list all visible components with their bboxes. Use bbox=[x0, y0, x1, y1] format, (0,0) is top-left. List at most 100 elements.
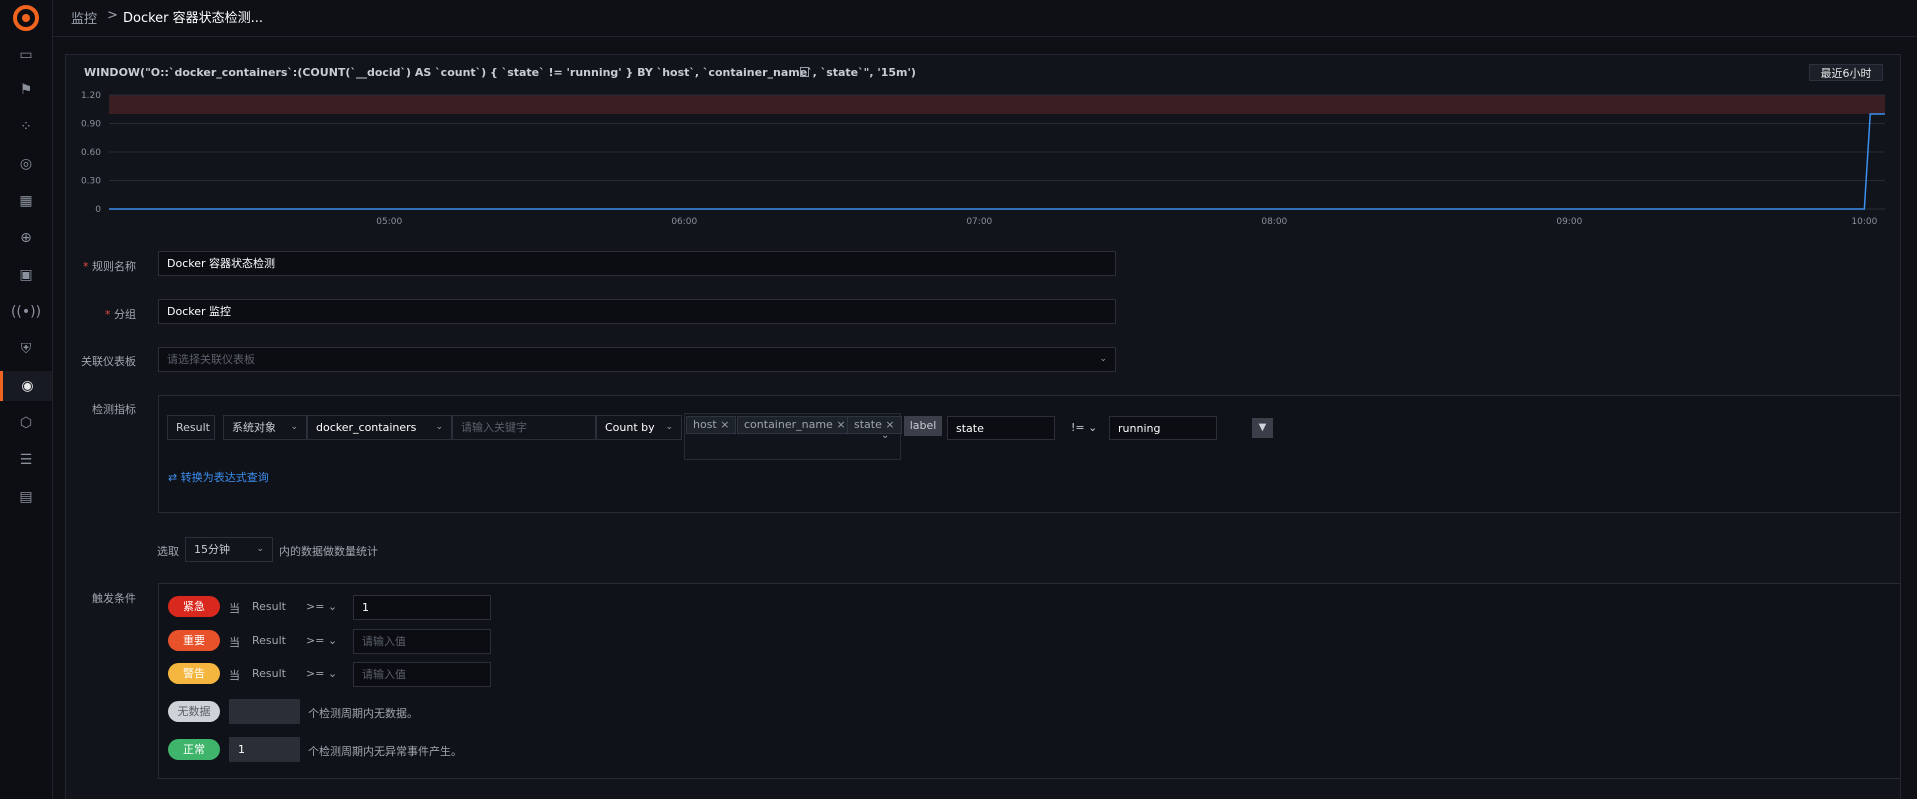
chevron-down-icon: ⌄ bbox=[665, 422, 673, 432]
monitor-icon[interactable]: ▣ bbox=[0, 260, 52, 290]
dashboard-label: 关联仪表板 bbox=[81, 355, 136, 368]
nodata-badge: 无数据 bbox=[168, 701, 220, 722]
level-important-operator[interactable]: >= ⌄ bbox=[306, 634, 337, 647]
filter-value-input[interactable]: running bbox=[1109, 416, 1217, 440]
window-suffix: 内的数据做数量统计 bbox=[279, 545, 378, 558]
cube-icon[interactable]: ⬡ bbox=[0, 408, 52, 438]
operator-value: >= bbox=[306, 634, 325, 647]
group-input[interactable]: Docker 监控 bbox=[158, 299, 1116, 324]
normal-badge: 正常 bbox=[168, 739, 220, 760]
filter-icon[interactable]: ▼ bbox=[1252, 418, 1273, 438]
metric-label: 检测指标 bbox=[92, 403, 136, 416]
level-important-input[interactable]: 请输入值 bbox=[353, 629, 491, 654]
object-select-value: docker_containers bbox=[316, 421, 417, 434]
normal-text: 个检测周期内无异常事件产生。 bbox=[308, 745, 462, 758]
trigger-label: 触发条件 bbox=[92, 592, 136, 605]
top-bar: 监控 > Docker 容器状态检测... bbox=[53, 0, 1917, 37]
signal-icon[interactable]: ((•)) bbox=[0, 297, 52, 327]
x-tick-label: 05:00 bbox=[376, 217, 402, 227]
tag-host-label: host bbox=[693, 418, 717, 431]
count-by-value: Count by bbox=[605, 421, 655, 434]
dashboard-icon[interactable]: ▭ bbox=[0, 40, 52, 70]
breadcrumb-root[interactable]: 监控 bbox=[71, 8, 97, 27]
chevron-down-icon: ⌄ bbox=[435, 422, 443, 432]
result-label: Result bbox=[167, 415, 215, 440]
when-text: 当 bbox=[229, 636, 240, 649]
package-icon[interactable]: ▤ bbox=[0, 482, 52, 512]
filter-operator-select[interactable]: != ⌄ bbox=[1071, 421, 1097, 434]
filter-operator-value: != bbox=[1071, 421, 1085, 434]
flag-icon[interactable]: ⚑ bbox=[0, 75, 52, 105]
level-warning-operator[interactable]: >= ⌄ bbox=[306, 667, 337, 680]
keyword-input[interactable]: 请输入关键字 bbox=[452, 415, 596, 440]
copy-icon[interactable] bbox=[800, 67, 809, 77]
dashboard-select[interactable]: 请选择关联仪表板 ⌄ bbox=[158, 347, 1116, 372]
y-tick-label: 0.90 bbox=[81, 120, 101, 130]
calendar-icon[interactable]: ▦ bbox=[0, 186, 52, 216]
x-tick-label: 09:00 bbox=[1556, 217, 1582, 227]
sidebar: ▭ ⚑ ⁘ ◎ ▦ ⊕ ▣ ((•)) ⛨ ◉ ⬡ ☰ ▤ bbox=[0, 0, 53, 799]
metric-box bbox=[158, 395, 1901, 513]
query-chart: 1.20 0.90 0.60 0.30 0 05:00 06:00 07:00 08:00 09:… bbox=[81, 91, 1885, 227]
x-tick-label: 10:00 bbox=[1851, 217, 1877, 227]
compass-icon[interactable]: ◎ bbox=[0, 149, 52, 179]
source-select-value: 系统对象 bbox=[232, 421, 276, 434]
count-by-select[interactable]: Count by ⌄ bbox=[596, 415, 682, 440]
window-select-value: 15分钟 bbox=[194, 543, 230, 556]
level-critical-operator[interactable]: >= ⌄ bbox=[306, 600, 337, 613]
filter-key-input[interactable]: state bbox=[947, 416, 1055, 440]
radar-icon[interactable]: ◉ bbox=[0, 371, 52, 401]
series-line bbox=[109, 113, 1885, 210]
placeholder: 请输入值 bbox=[362, 668, 406, 681]
level-critical-input[interactable]: 1 bbox=[353, 595, 491, 620]
chevron-down-icon: ⌄ bbox=[1099, 354, 1107, 364]
shield-icon[interactable]: ⛨ bbox=[0, 334, 52, 364]
tag-container-name-label: container_name bbox=[744, 418, 833, 431]
placeholder: 请输入值 bbox=[362, 635, 406, 648]
group-label-text: 分组 bbox=[114, 308, 136, 321]
when-text: 当 bbox=[229, 669, 240, 682]
y-tick-label: 0 bbox=[95, 205, 101, 215]
time-range-button[interactable]: 最近6小时 bbox=[1809, 64, 1883, 81]
switch-to-expression-link[interactable]: ⇄ 转换为表达式查询 bbox=[168, 469, 269, 485]
y-tick-label: 1.20 bbox=[81, 91, 101, 101]
operator-value: >= bbox=[306, 667, 325, 680]
rule-name-label-text: 规则名称 bbox=[92, 260, 136, 273]
filter-label-tag: label bbox=[904, 416, 942, 436]
nodata-input[interactable] bbox=[229, 699, 300, 724]
chevron-down-icon[interactable]: ⌄ bbox=[881, 430, 889, 441]
when-text: 当 bbox=[229, 602, 240, 615]
y-tick-label: 0.30 bbox=[81, 177, 101, 187]
x-tick-label: 06:00 bbox=[671, 217, 697, 227]
result-text: Result bbox=[252, 667, 286, 680]
chevron-right-icon: > bbox=[107, 8, 118, 23]
tag-state[interactable]: state × bbox=[847, 416, 902, 434]
level-warning-badge: 警告 bbox=[168, 663, 220, 684]
chevron-down-icon: ⌄ bbox=[290, 422, 298, 432]
required-mark: * bbox=[105, 308, 111, 321]
sliders-icon[interactable]: ☰ bbox=[0, 445, 52, 475]
tag-container-name[interactable]: container_name × bbox=[737, 416, 853, 434]
level-critical-badge: 紧急 bbox=[168, 596, 220, 617]
group-label: * 分组 bbox=[46, 306, 136, 322]
level-warning-input[interactable]: 请输入值 bbox=[353, 662, 491, 687]
object-select[interactable]: docker_containers ⌄ bbox=[307, 415, 452, 440]
rule-name-label: * 规则名称 bbox=[46, 258, 136, 274]
apps-icon[interactable]: ⁘ bbox=[0, 112, 52, 142]
breadcrumb-current: Docker 容器状态检测... bbox=[123, 11, 264, 26]
window-select[interactable]: 15分钟 ⌄ bbox=[185, 537, 273, 562]
tag-host[interactable]: host × bbox=[686, 416, 737, 434]
result-text: Result bbox=[252, 634, 286, 647]
x-tick-label: 07:00 bbox=[966, 217, 992, 227]
tag-state-label: state bbox=[854, 418, 882, 431]
rule-name-input[interactable]: Docker 容器状态检测 bbox=[158, 251, 1116, 276]
nodata-text: 个检测周期内无数据。 bbox=[308, 707, 418, 720]
logo-icon[interactable] bbox=[13, 5, 39, 31]
target-icon[interactable]: ⊕ bbox=[0, 223, 52, 253]
result-text: Result bbox=[252, 600, 286, 613]
window-prefix: 选取 bbox=[157, 545, 179, 558]
source-select[interactable]: 系统对象 ⌄ bbox=[223, 415, 307, 440]
query-expression: WINDOW("O::`docker_containers`:(COUNT(`_… bbox=[84, 66, 916, 79]
normal-input[interactable]: 1 bbox=[229, 737, 300, 762]
level-important-badge: 重要 bbox=[168, 630, 220, 651]
